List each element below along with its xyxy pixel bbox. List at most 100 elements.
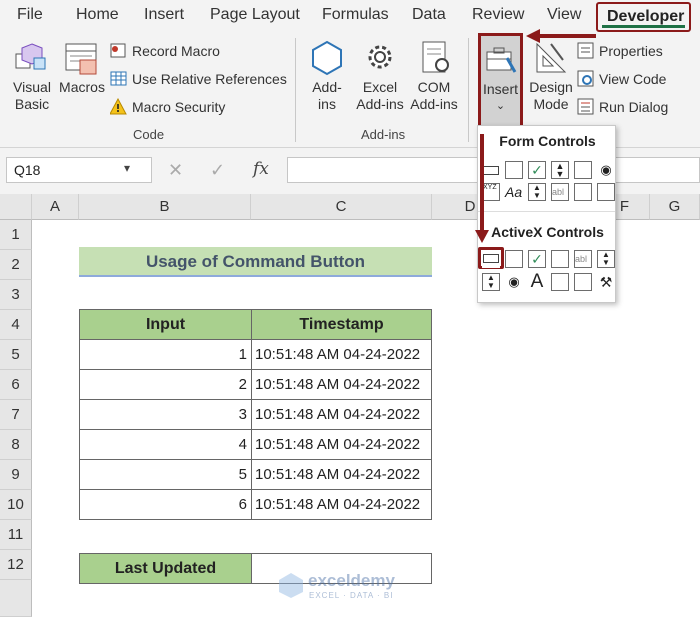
activex-text-box-icon[interactable]: abl — [574, 250, 592, 268]
name-box[interactable]: Q18 — [6, 157, 152, 183]
tab-review[interactable]: Review — [472, 6, 524, 24]
group-separator — [468, 38, 469, 142]
active-tab-underline — [602, 25, 685, 28]
row-header[interactable]: 3 — [0, 280, 32, 310]
properties-icon — [577, 42, 594, 59]
row-header[interactable]: 2 — [0, 250, 32, 280]
form-combo-box-icon[interactable] — [505, 161, 523, 179]
name-box-dropdown-icon[interactable]: ▾ — [124, 161, 130, 175]
header-input[interactable]: Input — [79, 309, 252, 340]
form-list-box-icon[interactable] — [574, 161, 592, 179]
macro-security-button[interactable]: Macro Security — [110, 98, 260, 118]
exceldemy-watermark: exceldemy EXCEL · DATA · BI — [278, 570, 428, 606]
column-header[interactable]: C — [251, 194, 432, 220]
tab-view[interactable]: View — [547, 6, 581, 24]
insert-controls-dropdown: Form Controls ✓ ▲ ▼ ◉ XYZ Aa ▲ ▼ abl Activ… — [477, 125, 616, 303]
group-label-add-ins: Add-ins — [361, 127, 406, 142]
tab-developer[interactable]: Developer — [596, 2, 691, 32]
form-text-field-icon[interactable]: abl — [551, 183, 569, 201]
activex-controls-heading: ActiveX Controls — [491, 224, 604, 240]
activex-list-box-icon[interactable] — [551, 250, 569, 268]
dropdown-divider — [478, 211, 615, 212]
table-cell-input[interactable]: 5 — [79, 459, 252, 490]
add-ins-button[interactable]: Add-ins — [307, 40, 347, 126]
record-macro-icon — [110, 43, 126, 58]
sheet-title[interactable]: Usage of Command Button — [79, 247, 432, 277]
form-combo-drop-edit-icon[interactable] — [597, 183, 615, 201]
design-mode-button[interactable]: Design Mode — [527, 40, 575, 126]
activex-spin-button-icon[interactable]: ▲ ▼ — [482, 273, 500, 291]
last-updated-label[interactable]: Last Updated — [79, 553, 252, 584]
tab-insert[interactable]: Insert — [144, 6, 184, 24]
row-header[interactable]: 10 — [0, 490, 32, 520]
run-dialog-button[interactable]: Run Dialog — [577, 98, 700, 118]
table-cell-timestamp[interactable]: 10:51:48 AM 04-24-2022 — [251, 429, 432, 460]
row-header[interactable]: 4 — [0, 310, 32, 340]
table-cell-input[interactable]: 3 — [79, 399, 252, 430]
form-combo-list-edit-icon[interactable] — [574, 183, 592, 201]
form-option-button-icon[interactable]: ◉ — [597, 161, 615, 179]
insert-function-button[interactable]: fx — [253, 159, 269, 179]
hexagon-icon — [312, 40, 342, 76]
column-header[interactable]: A — [32, 194, 79, 220]
activex-command-button-icon[interactable] — [482, 250, 500, 268]
row-header[interactable]: 1 — [0, 220, 32, 250]
insert-controls-button[interactable]: Insert ⌄ — [478, 33, 523, 137]
menu-bar: File Home Insert Page Layout Formulas Da… — [0, 0, 700, 32]
header-timestamp[interactable]: Timestamp — [251, 309, 432, 340]
com-add-ins-button[interactable]: COM Add-ins — [407, 40, 461, 126]
table-cell-input[interactable]: 4 — [79, 429, 252, 460]
form-label-icon[interactable]: Aa — [505, 183, 523, 201]
excel-add-ins-button[interactable]: Excel Add-ins — [353, 40, 407, 126]
table-cell-timestamp[interactable]: 10:51:48 AM 04-24-2022 — [251, 399, 432, 430]
form-scroll-bar-icon[interactable]: ▲ ▼ — [528, 183, 546, 201]
row-header[interactable]: 6 — [0, 370, 32, 400]
enter-icon[interactable]: ✓ — [210, 160, 225, 181]
cancel-icon[interactable]: ✕ — [168, 160, 183, 181]
view-code-icon — [577, 70, 594, 87]
exceldemy-logo-icon — [279, 573, 303, 598]
table-cell-input[interactable]: 6 — [79, 489, 252, 520]
record-macro-button[interactable]: Record Macro — [110, 42, 260, 62]
activex-more-controls-icon[interactable]: ⚒ — [597, 273, 615, 291]
table-cell-input[interactable]: 1 — [79, 339, 252, 370]
toolbox-icon — [486, 47, 517, 73]
form-checkbox-icon[interactable]: ✓ — [528, 161, 546, 179]
tab-data[interactable]: Data — [412, 6, 446, 24]
row-header[interactable]: 8 — [0, 430, 32, 460]
visual-basic-button[interactable]: Visual Basic — [12, 40, 52, 126]
select-all-corner[interactable] — [0, 194, 32, 220]
tab-file[interactable]: File — [17, 6, 43, 24]
table-cell-timestamp[interactable]: 10:51:48 AM 04-24-2022 — [251, 369, 432, 400]
form-controls-heading: Form Controls — [499, 133, 596, 149]
row-header[interactable]: 11 — [0, 520, 32, 550]
view-code-button[interactable]: View Code — [577, 70, 700, 90]
table-cell-timestamp[interactable]: 10:51:48 AM 04-24-2022 — [251, 459, 432, 490]
table-cell-input[interactable]: 2 — [79, 369, 252, 400]
form-spin-button-icon[interactable]: ▲ ▼ — [551, 161, 569, 179]
tab-formulas[interactable]: Formulas — [322, 6, 389, 24]
column-header[interactable]: B — [79, 194, 251, 220]
tab-home[interactable]: Home — [76, 6, 119, 24]
column-header[interactable]: G — [650, 194, 700, 220]
activex-combo-box-icon[interactable] — [505, 250, 523, 268]
row-header[interactable]: 9 — [0, 460, 32, 490]
activex-image-icon[interactable] — [551, 273, 569, 291]
activex-checkbox-icon[interactable]: ✓ — [528, 250, 546, 268]
row-header[interactable]: 7 — [0, 400, 32, 430]
activex-option-button-icon[interactable]: ◉ — [505, 273, 523, 291]
macros-button[interactable]: Macros — [58, 40, 106, 100]
table-cell-timestamp[interactable]: 10:51:48 AM 04-24-2022 — [251, 489, 432, 520]
properties-button[interactable]: Properties — [577, 42, 700, 62]
tab-page-layout[interactable]: Page Layout — [210, 6, 300, 24]
table-cell-timestamp[interactable]: 10:51:48 AM 04-24-2022 — [251, 339, 432, 370]
activex-scroll-bar-icon[interactable]: ▲ ▼ — [597, 250, 615, 268]
use-relative-references-button[interactable]: Use Relative References — [110, 70, 290, 90]
activex-label-icon[interactable]: A — [528, 272, 546, 291]
row-header[interactable]: 12 — [0, 550, 32, 580]
form-group-box-icon[interactable]: XYZ — [482, 183, 500, 201]
form-button-icon[interactable] — [482, 161, 500, 179]
activex-toggle-button-icon[interactable] — [574, 273, 592, 291]
design-mode-icon — [536, 42, 567, 73]
row-header[interactable]: 5 — [0, 340, 32, 370]
